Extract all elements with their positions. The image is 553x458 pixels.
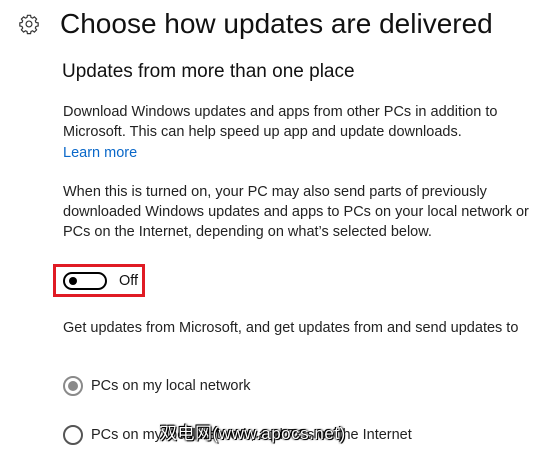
options-prompt-text: Get updates from Microsoft, and get upda… xyxy=(63,320,519,336)
learn-more-link[interactable]: Learn more xyxy=(63,143,137,163)
toggle-knob xyxy=(69,277,77,285)
gear-icon xyxy=(19,14,39,35)
page-title: Choose how updates are delivered xyxy=(60,8,493,39)
sharing-note-text: When this is turned on, your PC may also… xyxy=(63,184,529,240)
radio-selected-icon[interactable] xyxy=(63,376,83,396)
description-text: Download Windows updates and apps from o… xyxy=(63,104,498,140)
radio-unselected-icon[interactable] xyxy=(63,425,83,445)
delivery-optimization-toggle[interactable] xyxy=(63,272,107,290)
toggle-state-label: Off xyxy=(119,273,139,289)
radio-dot xyxy=(68,381,78,391)
section-subtitle: Updates from more than one place xyxy=(62,61,355,82)
watermark-text: 双电网(www.apocs.net) xyxy=(160,424,346,443)
radio-label-local-network: PCs on my local network xyxy=(91,378,251,394)
